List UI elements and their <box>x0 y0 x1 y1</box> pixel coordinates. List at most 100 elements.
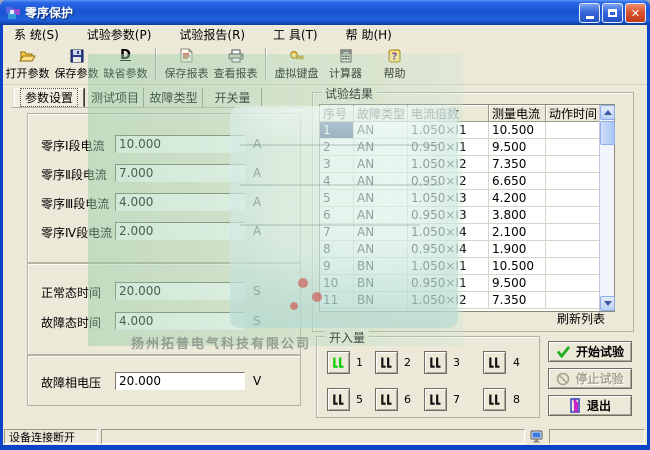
checkmark-icon <box>556 345 571 358</box>
menu-tools[interactable]: 工 具(T) <box>270 25 321 44</box>
stop-icon <box>557 372 570 385</box>
col-header-action-time[interactable]: 动作时间 <box>546 105 600 122</box>
table-row[interactable]: 1 AN 1.050×I1 10.500 <box>320 122 614 139</box>
pulse-icon <box>430 394 441 405</box>
channel-4-toggle[interactable] <box>483 351 506 374</box>
open-params-button[interactable]: 打开参数 <box>3 45 52 83</box>
stop-test-button: 停止试验 <box>548 368 632 389</box>
col-header-fault-type[interactable]: 故障类型 <box>354 105 408 122</box>
print-report-icon <box>228 47 244 64</box>
field-label-normal-time: 正常态时间 <box>41 286 102 300</box>
field-label-fault-time: 故障态时间 <box>41 316 102 330</box>
scroll-up-button[interactable] <box>600 105 615 120</box>
scroll-down-button[interactable] <box>600 296 615 311</box>
toolbar-label: 保存报表 <box>164 67 209 80</box>
table-row[interactable]: 7 AN 1.050×I4 2.100 <box>320 224 614 241</box>
tab-param-settings[interactable]: 参数设置 <box>14 88 84 107</box>
channel-number: 1 <box>356 356 363 369</box>
channel-8-toggle[interactable] <box>483 388 506 411</box>
save-params-button[interactable]: 保存参数 <box>52 45 101 83</box>
tab-fault-types[interactable]: 故障类型 <box>145 88 203 107</box>
exit-button[interactable]: 退出 <box>548 395 632 416</box>
channel-5-toggle[interactable] <box>327 388 350 411</box>
table-row[interactable]: 6 AN 0.950×I3 3.800 <box>320 207 614 224</box>
table-row[interactable]: 8 AN 0.950×I4 1.900 <box>320 241 614 258</box>
pulse-icon <box>381 394 392 405</box>
app-window: 零序保护 ✕ 系 统(S) 试验参数(P) 试验报告(R) 工 具(T) 帮 助… <box>0 0 650 450</box>
tab-strip: 参数设置 测试项目 故障类型 开关量 <box>11 88 305 108</box>
time-params-frame <box>27 263 301 355</box>
maximize-icon <box>608 9 617 17</box>
field-label-i2: 零序Ⅱ段电流 <box>41 168 107 182</box>
col-header-index[interactable]: 序号 <box>320 105 354 122</box>
scroll-thumb[interactable] <box>600 121 615 145</box>
menu-system[interactable]: 系 统(S) <box>11 25 62 44</box>
table-row[interactable]: 9 BN 1.050×I1 10.500 <box>320 258 614 275</box>
table-row[interactable]: 2 AN 0.950×I1 9.500 <box>320 139 614 156</box>
virtual-keyboard-icon <box>289 47 305 64</box>
help-button[interactable]: ? 帮助 <box>370 45 419 83</box>
maximize-button[interactable] <box>602 3 623 23</box>
refresh-list-button[interactable]: 刷新列表 <box>557 310 605 327</box>
channel-7-toggle[interactable] <box>424 388 447 411</box>
virtual-keyboard-button[interactable]: 虚拟键盘 <box>272 45 321 83</box>
field-unit: S <box>253 284 261 298</box>
toolbar-separator <box>265 48 267 80</box>
i4-current-input[interactable] <box>115 222 245 240</box>
toolbar-label: 打开参数 <box>5 67 50 80</box>
field-unit: A <box>253 224 262 238</box>
start-test-button[interactable]: 开始试验 <box>548 341 632 362</box>
channel-number: 7 <box>453 393 460 406</box>
minimize-button[interactable] <box>579 3 600 23</box>
title-bar[interactable]: 零序保护 ✕ <box>0 0 650 25</box>
channel-6-toggle[interactable] <box>375 388 398 411</box>
channel-3-toggle[interactable] <box>424 351 447 374</box>
field-label-i1: 零序Ⅰ段电流 <box>41 139 105 153</box>
fault-phase-voltage-input[interactable] <box>115 372 245 390</box>
table-row[interactable]: 5 AN 1.050×I3 4.200 <box>320 190 614 207</box>
i2-current-input[interactable] <box>115 164 245 182</box>
calculator-button[interactable]: 计算器 <box>321 45 370 83</box>
channel-number: 6 <box>404 393 411 406</box>
view-report-button[interactable]: 查看报表 <box>211 45 260 83</box>
i1-current-input[interactable] <box>115 135 245 153</box>
channel-1-toggle[interactable] <box>327 351 350 374</box>
save-icon <box>70 47 84 64</box>
menu-test-params[interactable]: 试验参数(P) <box>84 25 155 44</box>
app-icon <box>6 6 20 19</box>
digital-inputs-title: 开入量 <box>325 329 370 346</box>
close-button[interactable]: ✕ <box>625 3 646 23</box>
save-report-button[interactable]: 保存报表 <box>162 45 211 83</box>
normal-state-time-input[interactable] <box>115 282 245 300</box>
channel-2-toggle[interactable] <box>375 351 398 374</box>
window-title: 零序保护 <box>25 6 74 20</box>
table-row[interactable]: 11 BN 1.050×I2 7.350 <box>320 292 614 309</box>
pulse-icon <box>430 357 441 368</box>
device-monitor-icon <box>530 430 543 442</box>
menu-help[interactable]: 帮 助(H) <box>343 25 395 44</box>
pulse-icon <box>381 357 392 368</box>
default-params-button[interactable]: D 缺省参数 <box>101 45 150 83</box>
table-scrollbar[interactable] <box>599 105 615 311</box>
close-icon: ✕ <box>630 6 641 20</box>
toolbar-separator <box>155 48 157 80</box>
field-label-i4: 零序Ⅳ段电流 <box>41 226 113 240</box>
client-area: 系 统(S) 试验参数(P) 试验报告(R) 工 具(T) 帮 助(H) 打开参… <box>3 25 647 445</box>
col-header-current-multiple[interactable]: 电流倍数 <box>408 105 489 122</box>
table-row[interactable]: 10 BN 0.950×I1 9.500 <box>320 275 614 292</box>
menu-test-report[interactable]: 试验报告(R) <box>176 25 248 44</box>
toolbar-label: 保存参数 <box>54 67 99 80</box>
status-message-panel <box>101 429 525 444</box>
i3-current-input[interactable] <box>115 193 245 211</box>
connection-status: 设备连接断开 <box>4 429 98 444</box>
col-header-measured-current[interactable]: 测量电流 <box>489 105 546 122</box>
toolbar-label: 虚拟键盘 <box>274 67 319 80</box>
tab-switch-values[interactable]: 开关量 <box>204 88 262 107</box>
tab-test-items[interactable]: 测试项目 <box>87 88 144 107</box>
scroll-down-icon <box>603 301 612 306</box>
table-row[interactable]: 4 AN 0.950×I2 6.650 <box>320 173 614 190</box>
table-row[interactable]: 3 AN 1.050×I2 7.350 <box>320 156 614 173</box>
fault-state-time-input[interactable] <box>115 312 245 330</box>
table-header-row: 序号 故障类型 电流倍数 测量电流 动作时间 <box>320 105 614 122</box>
field-label-fault-voltage: 故障相电压 <box>41 376 102 390</box>
